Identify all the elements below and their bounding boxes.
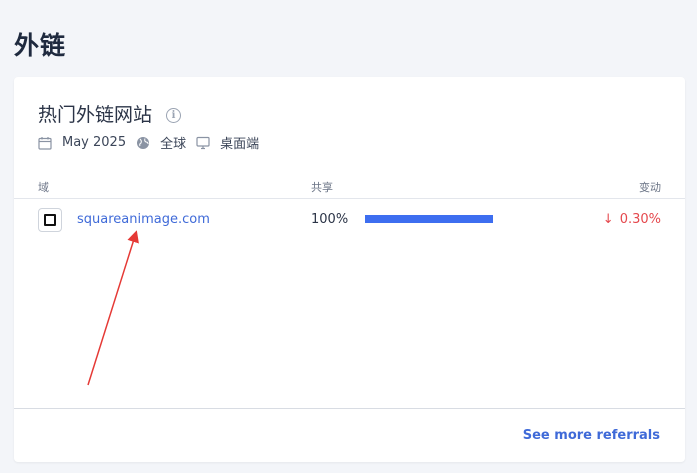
card-footer: See more referrals xyxy=(14,408,685,463)
globe-icon xyxy=(136,136,150,150)
info-icon[interactable]: i xyxy=(166,108,181,123)
site-favicon-icon xyxy=(38,208,62,232)
filter-meta-row: May 2025 全球 桌面端 xyxy=(38,133,269,152)
date-label: May 2025 xyxy=(62,135,127,150)
calendar-icon xyxy=(38,136,52,150)
share-bar-fill xyxy=(365,215,493,223)
page-title: 外链 xyxy=(14,31,67,60)
column-header-share: 共享 xyxy=(311,181,333,194)
card-title: 热门外链网站 xyxy=(38,104,153,126)
region-label: 全球 xyxy=(160,137,187,152)
share-bar xyxy=(365,215,493,223)
column-header-domain: 域 xyxy=(38,181,49,194)
see-more-referrals-link[interactable]: See more referrals xyxy=(523,428,660,443)
device-label: 桌面端 xyxy=(220,137,260,152)
domain-link[interactable]: squareanimage.com xyxy=(77,212,210,227)
arrow-down-icon: ↓ xyxy=(602,212,614,227)
change-text: 0.30% xyxy=(619,212,661,227)
desktop-icon xyxy=(196,136,210,150)
table-row: squareanimage.com 100% ↓ 0.30% xyxy=(14,201,685,237)
column-header-change: 变动 xyxy=(639,181,661,194)
top-referring-sites-card: 热门外链网站 i May 2025 全球 桌面端 域 共享 变动 squarea… xyxy=(14,77,685,462)
share-value: 100% xyxy=(311,212,349,227)
change-value: ↓ 0.30% xyxy=(603,212,661,227)
table-header: 域 共享 变动 xyxy=(14,177,685,199)
